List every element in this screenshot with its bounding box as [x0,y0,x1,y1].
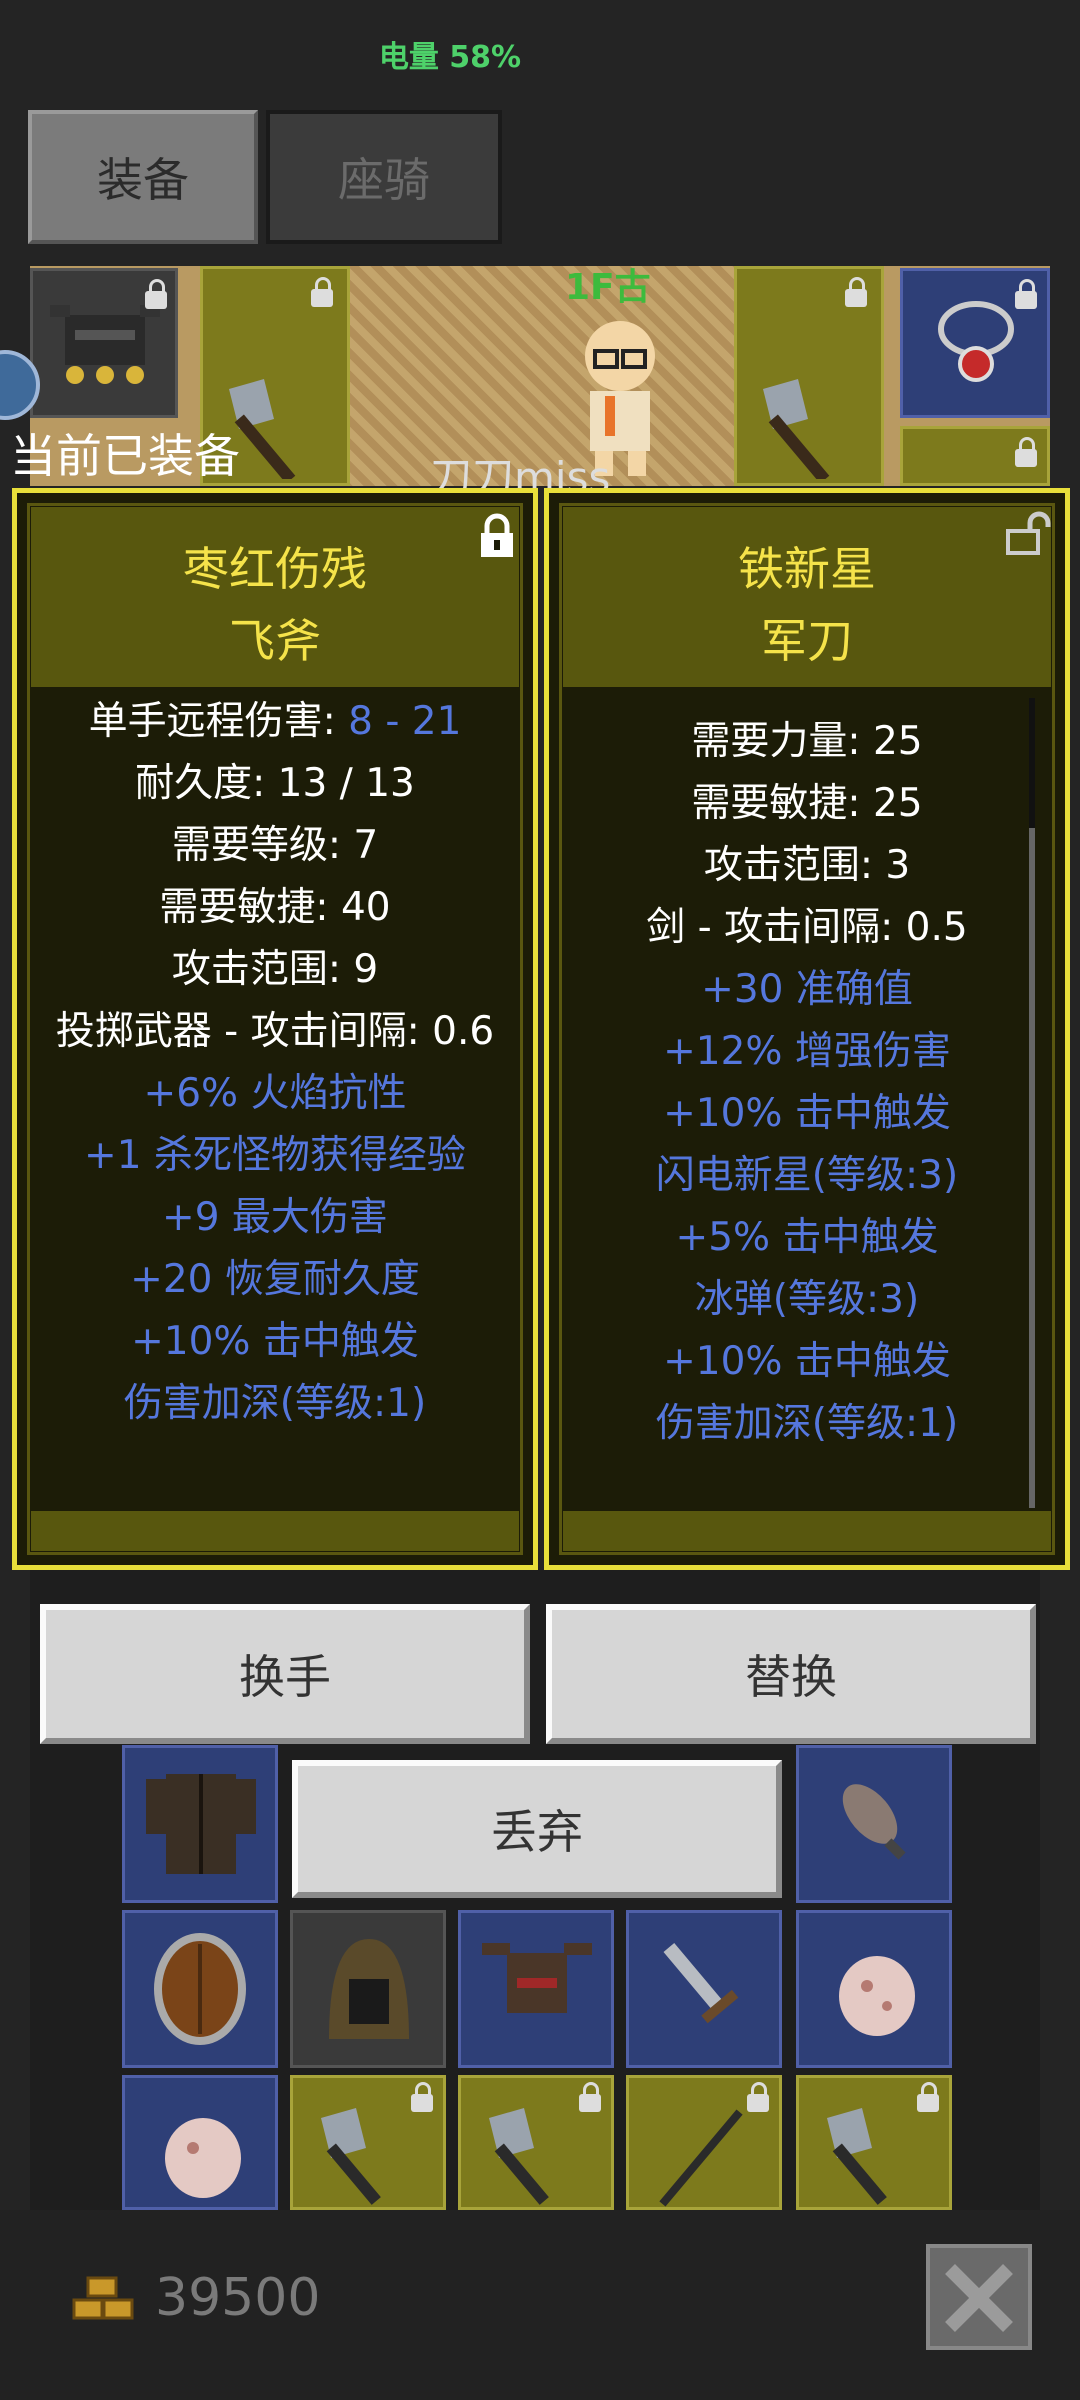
affix: 冰弹(等级:3) [694,1277,920,1322]
inventory-slot[interactable] [458,2075,614,2210]
item-base-name: 军刀 [761,614,853,668]
stat-attack-interval: 剑 - 攻击间隔: 0.5 [646,905,968,950]
stat-range: 攻击范围: 3 [703,843,911,888]
lock-icon [917,2082,939,2112]
axe-icon [321,2108,381,2205]
affix: +12% 增强伤害 [663,1029,951,1074]
inventory-slot[interactable] [122,2075,278,2210]
stat-required-dex: 需要敏捷: 40 [159,885,391,930]
hood-icon [329,1939,409,2039]
inventory-slot[interactable] [626,2075,782,2210]
egg-icon [839,1956,915,2036]
inventory-slot[interactable] [290,2075,446,2210]
affix: 闪电新星(等级:3) [655,1153,959,1198]
gold-coins-icon [72,2276,134,2320]
stat-required-str: 需要力量: 25 [691,719,923,764]
inventory-slot[interactable] [122,1910,278,2068]
equip-slot-helmet[interactable] [30,268,178,418]
item-quality-name: 铁新星 [738,542,876,596]
equipped-item-panel: 枣红伤残 飞斧 单手远程伤害: 8 - 21 耐久度: 13 / 13 需要等级… [12,488,538,1570]
lock-icon[interactable] [477,513,517,559]
axe-icon [763,379,830,479]
discard-button[interactable]: 丢弃 [292,1760,782,1898]
tab-equipment[interactable]: 装备 [28,110,258,244]
inventory-slot[interactable] [796,2075,952,2210]
close-icon[interactable] [926,2244,1032,2350]
armor-icon [146,1774,256,1874]
affix: +5% 击中触发 [675,1215,939,1260]
inventory-slot[interactable] [122,1745,278,1903]
lock-icon [145,279,167,309]
equipped-label: 当前已装备 [10,429,240,483]
affix: +10% 击中触发 [131,1319,419,1364]
equip-slot-ring[interactable] [900,426,1050,486]
equip-slot-right-weapon[interactable] [734,266,884,486]
affix: +10% 击中触发 [663,1339,951,1384]
swap-hand-button[interactable]: 换手 [40,1604,530,1744]
affix: 伤害加深(等级:1) [123,1381,427,1426]
lock-icon [411,2082,433,2112]
affix: +10% 击中触发 [663,1091,951,1136]
affix: +1 杀死怪物获得经验 [84,1133,466,1178]
item-base-name: 飞斧 [229,614,321,668]
stat-durability: 耐久度: 13 / 13 [135,761,415,806]
stat-attack-interval: 投掷武器 - 攻击间隔: 0.6 [55,1009,495,1054]
lock-icon [1015,437,1037,467]
battery-indicator: 电量 58% [378,40,522,75]
inventory-slot[interactable] [458,1910,614,2068]
replace-button[interactable]: 替换 [546,1604,1036,1744]
affix: +6% 火焰抗性 [143,1071,407,1116]
inventory-slot[interactable] [626,1910,782,2068]
item-quality-name: 枣红伤残 [183,542,367,596]
stat-required-dex: 需要敏捷: 25 [691,781,923,826]
affix: +30 准确值 [701,967,913,1012]
affix: +9 最大伤害 [162,1195,388,1240]
axe-icon [489,2108,549,2205]
equip-slot-amulet[interactable] [900,268,1050,418]
sword-icon [663,1943,739,2024]
lock-icon [1015,279,1037,309]
axe-icon [827,2108,887,2205]
horned-helmet-icon [482,1943,592,2013]
affix: 伤害加深(等级:1) [655,1401,959,1446]
tab-mount[interactable]: 座骑 [266,110,502,244]
unlock-icon[interactable] [1004,511,1052,557]
lock-icon [747,2082,769,2112]
shield-icon [154,1933,246,2045]
lock-icon [579,2082,601,2112]
spear-icon [659,2109,743,2207]
inventory-slot[interactable] [796,1910,952,2068]
compared-item-panel: 铁新星 军刀 需要力量: 25 需要敏捷: 25 攻击范围: 3 剑 - 攻击间… [544,488,1070,1570]
floor-label: 1F古 [565,267,651,308]
inventory-slot[interactable] [290,1910,446,2068]
fish-icon [842,1784,906,1860]
affix: +20 恢复耐久度 [130,1257,420,1302]
lock-icon [845,277,867,307]
stat-required-level: 需要等级: 7 [171,823,379,868]
egg-icon [165,2118,241,2198]
lock-icon [311,277,333,307]
inventory-slot[interactable] [796,1745,952,1903]
stat-damage: 单手远程伤害: 8 - 21 [88,699,462,744]
stat-range: 攻击范围: 9 [171,947,379,992]
gold-amount: 39500 [155,2268,321,2328]
